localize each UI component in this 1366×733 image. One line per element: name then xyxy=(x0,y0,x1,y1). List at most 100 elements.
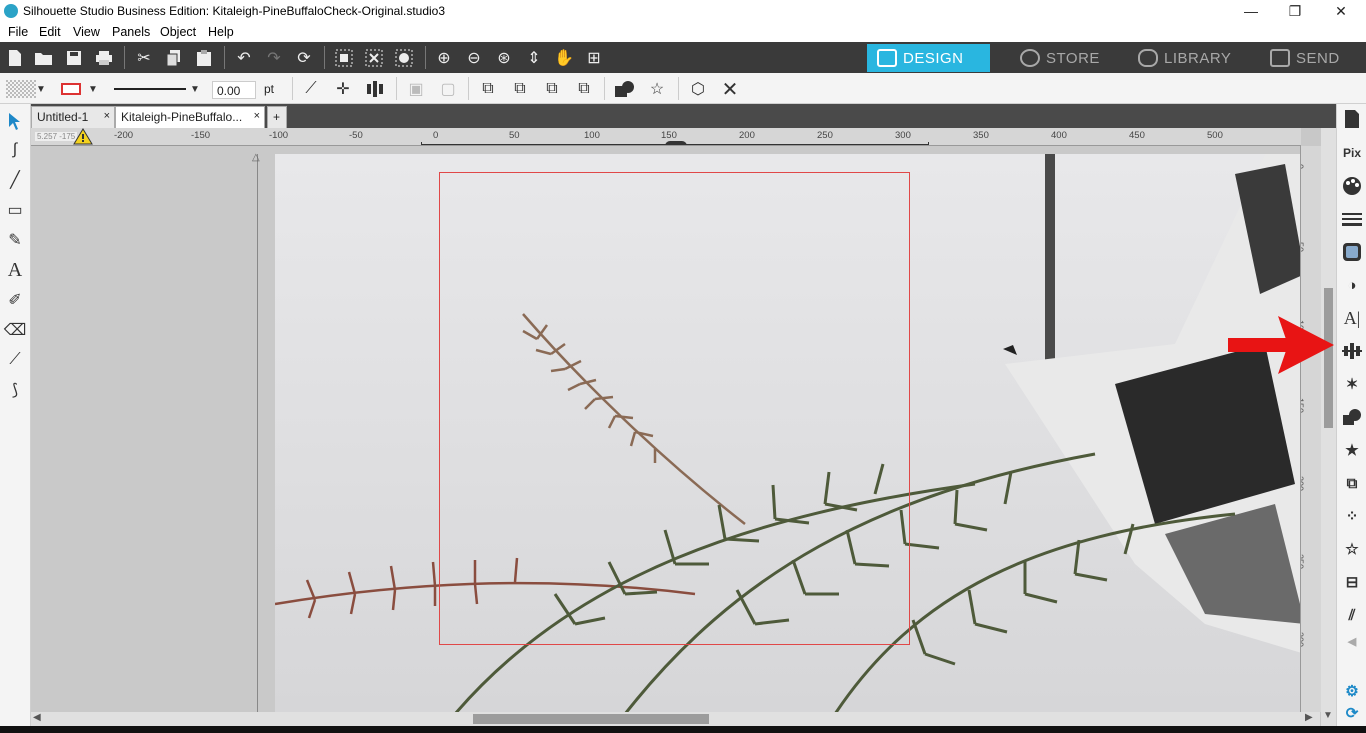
open-folder-icon[interactable] xyxy=(33,47,55,69)
new-file-icon[interactable] xyxy=(4,47,26,69)
rectangle-icon[interactable]: ▭ xyxy=(4,199,26,221)
scroll-left-icon[interactable]: ◀ xyxy=(33,712,41,723)
trace-icon[interactable]: ⧉ xyxy=(1341,472,1363,494)
eraser-icon[interactable]: ⌫ xyxy=(4,319,27,341)
bring-forward-icon[interactable]: ⧉ xyxy=(541,78,563,100)
edit-points-icon[interactable]: ∫ xyxy=(4,139,26,161)
pixscan-icon[interactable]: Pix xyxy=(1341,142,1363,164)
collapse-panel-icon[interactable]: ◀ xyxy=(1341,630,1363,652)
main-toolbar: ✂ ↶ ↷ ⟳ ⊕ ⊖ ⊛ ⇕ ✋ ⊞ DESIGN STORE LIBRARY… xyxy=(0,42,1366,73)
select-arrow-icon[interactable] xyxy=(4,110,26,132)
menu-help[interactable]: Help xyxy=(208,25,234,39)
chevron-down-icon[interactable]: ▼ xyxy=(34,78,48,100)
fill-pattern-icon[interactable] xyxy=(1341,241,1363,263)
fill-color-palette-icon[interactable] xyxy=(1341,175,1363,197)
toolbar-divider xyxy=(324,46,325,69)
cut-icon[interactable]: ✂ xyxy=(133,47,155,69)
ungroup-icon[interactable]: ▢ xyxy=(437,78,459,100)
doc-tab-kitaleigh[interactable]: Kitaleigh-PineBuffalo... × xyxy=(115,106,265,128)
offset-icon[interactable]: ★ xyxy=(1341,439,1363,461)
deselect-icon[interactable] xyxy=(363,47,385,69)
text-style-icon[interactable]: A| xyxy=(1341,307,1363,329)
properties-toolbar: ▼ ▼ ▼ 0.00 pt ⟋ ✛ ▣ ▢ ⧉ ⧉ ⧉ ⧉ ☆ ⬡ ✕ xyxy=(0,73,1366,104)
transform-icon[interactable]: ⊟ xyxy=(1341,571,1363,593)
drag-zoom-icon[interactable]: ⇕ xyxy=(523,47,545,69)
chevron-down-icon[interactable]: ▼ xyxy=(86,78,100,100)
modify-panel-icon[interactable] xyxy=(1341,406,1363,428)
zoom-out-icon[interactable]: ⊖ xyxy=(463,47,485,69)
send-backward-icon[interactable]: ⧉ xyxy=(573,78,595,100)
close-icon[interactable]: ✕ xyxy=(719,78,741,101)
tab-design[interactable]: DESIGN xyxy=(867,44,990,72)
horizontal-scroll-thumb[interactable] xyxy=(473,714,709,724)
align-panel-icon[interactable] xyxy=(1341,340,1363,362)
copy-icon[interactable] xyxy=(163,47,185,69)
sketch-effect-icon[interactable]: ⁘ xyxy=(1341,505,1363,527)
line-style-icon[interactable] xyxy=(1341,208,1363,230)
ruler-tick: 250 xyxy=(1300,554,1305,570)
sketch-icon[interactable]: ✐ xyxy=(4,289,26,311)
line-color-swatch[interactable] xyxy=(58,78,84,100)
replicate-icon[interactable]: ✶ xyxy=(1341,373,1363,395)
paste-icon[interactable] xyxy=(193,47,215,69)
restore-button[interactable]: ❐ xyxy=(1272,0,1318,22)
undo-icon[interactable]: ↶ xyxy=(233,47,255,69)
chevron-down-icon[interactable]: ▼ xyxy=(188,78,202,100)
menu-panels[interactable]: Panels xyxy=(112,25,150,39)
align-icon[interactable] xyxy=(364,78,386,100)
tab-library[interactable]: LIBRARY xyxy=(1128,44,1248,72)
text-tool-icon[interactable]: A xyxy=(4,259,26,281)
menu-object[interactable]: Object xyxy=(160,25,196,39)
3d-box-icon[interactable]: ⬡ xyxy=(687,78,709,100)
bring-to-front-icon[interactable]: ⧉ xyxy=(477,78,499,100)
modify-shape-icon[interactable] xyxy=(614,78,636,100)
close-window-button[interactable]: ✕ xyxy=(1318,0,1364,22)
redo-icon[interactable]: ↷ xyxy=(263,47,285,69)
save-icon[interactable] xyxy=(63,47,85,69)
redraw-icon[interactable]: ⟳ xyxy=(293,47,315,69)
page-setup-icon[interactable] xyxy=(1341,108,1363,130)
guide-handle-icon[interactable]: △ xyxy=(252,152,260,163)
window-title: Silhouette Studio Business Edition: Kita… xyxy=(23,4,446,18)
gradient-icon[interactable]: ◑ xyxy=(1341,274,1363,296)
toolbar-divider xyxy=(396,77,397,100)
knife-icon[interactable]: ⟋ xyxy=(4,349,26,371)
zoom-select-icon[interactable]: ⊛ xyxy=(493,47,515,69)
tab-send[interactable]: SEND xyxy=(1260,44,1360,72)
line-tool-icon[interactable]: ⟋ xyxy=(300,78,322,100)
tab-store[interactable]: STORE xyxy=(1010,44,1120,72)
star-shape-icon[interactable]: ☆ xyxy=(646,78,668,100)
minimize-button[interactable]: — xyxy=(1228,0,1274,22)
pan-hand-icon[interactable]: ✋ xyxy=(553,47,575,69)
close-tab-icon[interactable]: × xyxy=(254,110,260,122)
library-star-icon[interactable]: ☆ xyxy=(1341,538,1363,560)
fill-pattern-swatch[interactable] xyxy=(6,78,36,100)
doc-tab-untitled[interactable]: Untitled-1 × xyxy=(31,106,115,128)
line-style-preview[interactable] xyxy=(110,78,190,100)
select-all-icon[interactable] xyxy=(333,47,355,69)
send-to-back-icon[interactable]: ⧉ xyxy=(509,78,531,100)
line-width-input[interactable]: 0.00 xyxy=(212,81,256,99)
menu-file[interactable]: File xyxy=(8,25,28,39)
menu-edit[interactable]: Edit xyxy=(39,25,61,39)
group-icon[interactable]: ▣ xyxy=(405,78,427,100)
design-canvas[interactable]: △ xyxy=(31,146,1300,712)
refresh-icon[interactable]: ⟳ xyxy=(1341,702,1363,724)
add-tab-button[interactable]: + xyxy=(267,106,287,128)
vertical-scrollbar[interactable]: ▼ xyxy=(1321,128,1336,726)
move-icon[interactable]: ✛ xyxy=(332,78,354,100)
scroll-down-icon[interactable]: ▼ xyxy=(1323,710,1333,721)
menu-view[interactable]: View xyxy=(73,25,100,39)
close-tab-icon[interactable]: × xyxy=(104,110,110,122)
scroll-right-icon[interactable]: ▶ xyxy=(1305,712,1313,723)
select-by-color-icon[interactable] xyxy=(393,47,415,69)
horizontal-scrollbar[interactable]: ◀ ▶ xyxy=(31,712,1320,726)
line-draw-icon[interactable]: ╱ xyxy=(4,169,26,191)
zoom-in-icon[interactable]: ⊕ xyxy=(433,47,455,69)
print-icon[interactable] xyxy=(93,47,115,69)
pencil-icon[interactable]: ✎ xyxy=(4,229,26,251)
eyedropper-icon[interactable]: ⟆ xyxy=(4,379,26,401)
gear-icon[interactable]: ⚙ xyxy=(1341,680,1363,702)
hatch-icon[interactable]: ⫽ xyxy=(1341,604,1363,626)
fit-to-page-icon[interactable]: ⊞ xyxy=(583,47,605,69)
